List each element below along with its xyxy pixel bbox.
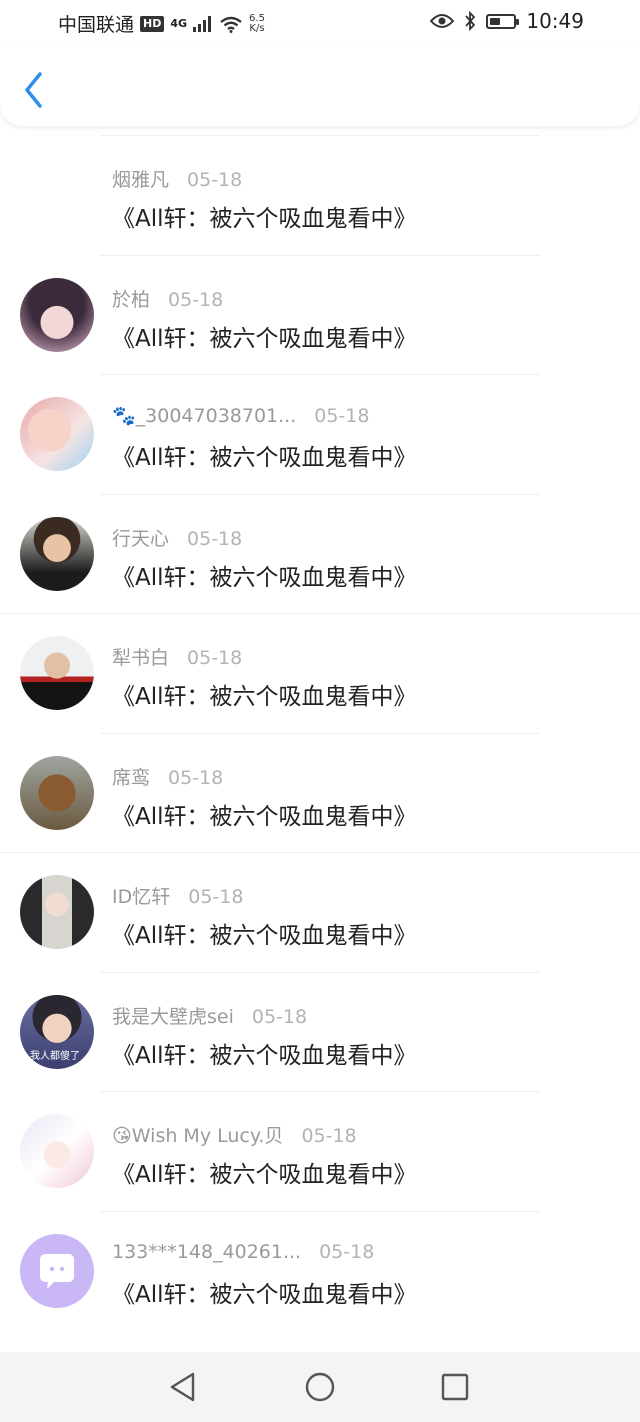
row-divider (100, 1091, 540, 1092)
read-date: 05-18 (188, 886, 244, 908)
reader-meta: 133***148_40261... 05-18 (112, 1241, 374, 1263)
read-date: 05-18 (251, 1005, 308, 1028)
list-item[interactable]: ID忆轩 05-18 《All轩：被六个吸血鬼看中》 (0, 852, 640, 972)
status-left: 中国联通 HD 4G 6.5 K/s (58, 10, 265, 37)
avatar[interactable] (20, 1114, 94, 1188)
read-date: 05-18 (187, 527, 243, 550)
list-item[interactable]: 犁书白 05-18 《All轩：被六个吸血鬼看中》 (0, 613, 640, 733)
row-divider (100, 493, 540, 495)
book-title[interactable]: 《All轩：被六个吸血鬼看中》 (112, 558, 417, 592)
reader-meta: 🐾_30047038701... 05-18 (112, 404, 369, 427)
status-bar: 中国联通 HD 4G 6.5 K/s 10:49 (0, 0, 640, 44)
list-item[interactable]: 😘Wish My Lucy.贝 05-18 《All轩：被六个吸血鬼看中》 (0, 1091, 640, 1211)
book-title[interactable]: 《All轩：被六个吸血鬼看中》 (112, 1036, 417, 1070)
chevron-left-icon (25, 72, 42, 108)
row-divider (100, 135, 540, 136)
wifi-icon (220, 16, 242, 33)
reader-name[interactable]: 行天心 (112, 528, 169, 550)
nav-home-button[interactable] (303, 1370, 337, 1404)
battery-fill (490, 17, 501, 25)
reader-name[interactable]: 於柏 (112, 289, 150, 311)
list-item[interactable]: 133***148_40261... 05-18 《All轩：被六个吸血鬼看中》 (0, 1210, 640, 1331)
net-speed: 6.5 K/s (249, 12, 265, 34)
triangle-back-icon (170, 1372, 195, 1402)
circle-home-icon (305, 1372, 335, 1402)
reader-name[interactable]: 烟雅凡 (112, 169, 169, 191)
book-title[interactable]: 《All轩：被六个吸血鬼看中》 (112, 1155, 417, 1189)
square-recents-icon (441, 1373, 469, 1401)
status-right: 10:49 (430, 9, 584, 33)
book-title[interactable]: 《All轩：被六个吸血鬼看中》 (112, 199, 417, 233)
avatar[interactable] (20, 277, 94, 352)
reader-meta: 😘Wish My Lucy.贝 05-18 (112, 1121, 357, 1148)
reader-name[interactable]: ID忆轩 (112, 886, 170, 908)
reader-meta: 烟雅凡 05-18 (112, 165, 242, 192)
avatar[interactable] (20, 516, 94, 591)
avatar[interactable] (20, 1233, 94, 1308)
avatar-caption: 我人都傻了 (30, 1050, 80, 1062)
read-date: 05-18 (314, 405, 370, 427)
net-speed-unit: K/s (249, 22, 265, 34)
list-item[interactable]: 🐾_30047038701... 05-18 《All轩：被六个吸血鬼看中》 (0, 374, 640, 494)
book-title[interactable]: 《All轩：被六个吸血鬼看中》 (112, 797, 417, 831)
signal-icon (193, 15, 212, 32)
reader-meta: 行天心 05-18 (112, 524, 242, 551)
avatar[interactable] (20, 755, 94, 830)
book-title[interactable]: 《All轩：被六个吸血鬼看中》 (112, 677, 417, 711)
chat-bubble-icon (40, 1253, 74, 1289)
read-date: 05-18 (168, 766, 224, 789)
book-title[interactable]: 《All轩：被六个吸血鬼看中》 (112, 1275, 417, 1309)
reader-meta: 席鸾 05-18 (112, 763, 223, 790)
row-divider (100, 732, 540, 734)
row-divider (100, 254, 540, 256)
reader-name[interactable]: 😘Wish My Lucy.贝 (112, 1125, 283, 1147)
eye-icon (430, 14, 455, 28)
hd-badge: HD (140, 15, 165, 32)
reader-name[interactable]: 席鸾 (112, 767, 150, 789)
carrier-label: 中国联通 (58, 14, 135, 36)
read-date: 05-18 (187, 647, 243, 669)
avatar[interactable] (20, 875, 94, 949)
book-title[interactable]: 《All轩：被六个吸血鬼看中》 (112, 916, 417, 950)
reader-name[interactable]: 133***148_40261... (112, 1241, 301, 1263)
reader-name[interactable]: 🐾_30047038701... (112, 405, 296, 427)
back-button[interactable] (18, 70, 52, 110)
reader-list: 烟雅凡 05-18 《All轩：被六个吸血鬼看中》 於柏 05-18 《All轩：被六个吸… (0, 135, 640, 1330)
reader-meta: ID忆轩 05-18 (112, 882, 243, 909)
avatar[interactable] (20, 397, 94, 471)
reader-meta: 我是大壁虎sei 05-18 (112, 1002, 307, 1029)
reader-meta: 犁书白 05-18 (112, 643, 242, 670)
reader-meta: 於柏 05-18 (112, 285, 223, 312)
top-header (0, 44, 640, 126)
battery-icon (486, 13, 520, 29)
nav-recents-button[interactable] (438, 1370, 472, 1404)
avatar[interactable] (20, 636, 94, 710)
book-title[interactable]: 《All轩：被六个吸血鬼看中》 (112, 438, 417, 472)
row-divider (0, 613, 640, 614)
row-divider (100, 374, 540, 375)
book-title[interactable]: 《All轩：被六个吸血鬼看中》 (112, 319, 417, 353)
read-date: 05-18 (187, 169, 243, 191)
clock: 10:49 (526, 9, 584, 33)
read-date: 05-18 (319, 1240, 375, 1263)
list-item[interactable]: 於柏 05-18 《All轩：被六个吸血鬼看中》 (0, 254, 640, 375)
network-type: 4G (170, 17, 188, 30)
read-date: 05-18 (301, 1125, 357, 1147)
list-item[interactable]: 席鸾 05-18 《All轩：被六个吸血鬼看中》 (0, 732, 640, 853)
list-item[interactable]: 烟雅凡 05-18 《All轩：被六个吸血鬼看中》 (0, 135, 640, 255)
list-item[interactable]: 行天心 05-18 《All轩：被六个吸血鬼看中》 (0, 493, 640, 614)
reader-name[interactable]: 我是大壁虎sei (112, 1006, 234, 1028)
read-date: 05-18 (168, 288, 224, 311)
avatar[interactable]: 我人都傻了 (20, 994, 94, 1069)
list-item[interactable]: 我人都傻了 我是大壁虎sei 05-18 《All轩：被六个吸血鬼看中》 (0, 971, 640, 1092)
net-speed-value: 6.5 (249, 12, 265, 24)
reader-name[interactable]: 犁书白 (112, 647, 169, 669)
nav-back-button[interactable] (166, 1370, 200, 1404)
row-divider (0, 852, 640, 853)
bluetooth-icon (465, 11, 476, 31)
row-divider (100, 1210, 540, 1212)
system-nav-bar (0, 1352, 640, 1422)
row-divider (100, 971, 540, 973)
